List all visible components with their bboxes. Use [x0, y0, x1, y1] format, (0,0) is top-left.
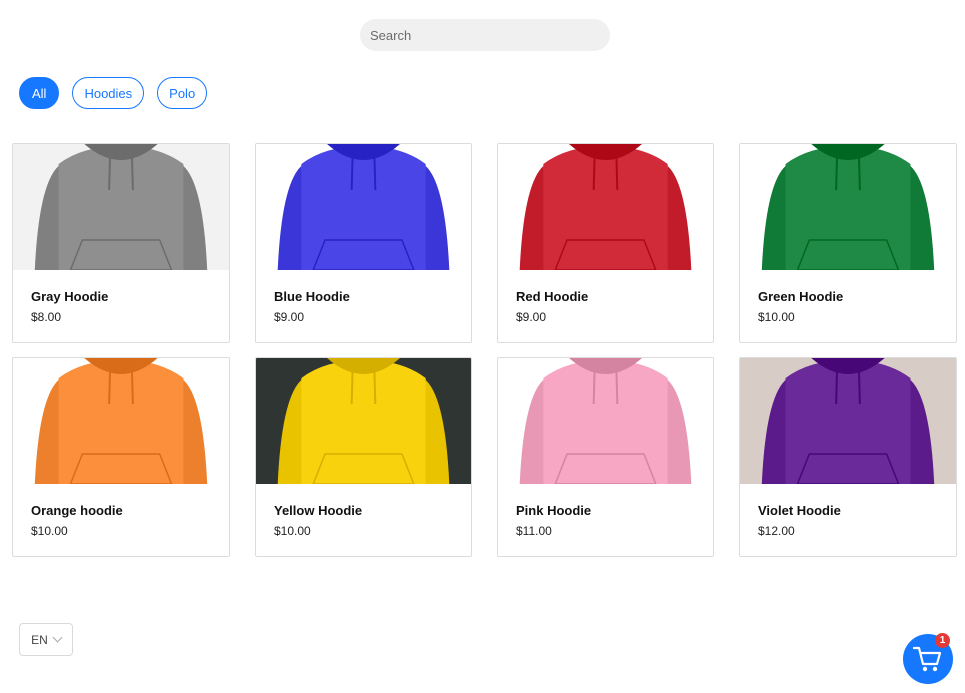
product-name: Gray Hoodie: [31, 289, 109, 304]
product-price: $9.00: [516, 310, 547, 324]
filter-all-button[interactable]: All: [19, 77, 60, 109]
hoodie-illustration: [13, 144, 229, 270]
product-price: $12.00: [758, 524, 795, 538]
chevron-down-icon: [52, 632, 63, 643]
product-image: [740, 358, 956, 484]
hoodie-illustration: [498, 144, 713, 270]
product-price: $9.00: [274, 310, 305, 324]
hoodie-illustration: [740, 144, 956, 270]
hoodie-illustration: [256, 144, 471, 270]
product-card[interactable]: Blue Hoodie $9.00: [255, 143, 472, 343]
product-image: [498, 358, 713, 484]
product-grid: Gray Hoodie $8.00 Blue Hoodie $9.00 Red Ho…: [12, 143, 957, 557]
product-name: Red Hoodie: [516, 289, 589, 304]
product-image: [13, 358, 229, 484]
hoodie-illustration: [740, 358, 956, 484]
filter-hoodies-button[interactable]: Hoodies: [72, 77, 145, 109]
filter-polo-button[interactable]: Polo: [157, 77, 208, 109]
cart-count-badge: 1: [935, 633, 950, 648]
language-value: EN: [31, 632, 48, 647]
product-price: $8.00: [31, 310, 62, 324]
cart-icon: [913, 646, 942, 672]
product-card[interactable]: Orange hoodie $10.00: [12, 357, 230, 557]
product-card[interactable]: Violet Hoodie $12.00: [739, 357, 957, 557]
product-price: $10.00: [274, 524, 311, 538]
product-image: [256, 144, 471, 270]
product-card[interactable]: Green Hoodie $10.00: [739, 143, 957, 343]
product-name: Orange hoodie: [31, 503, 123, 518]
product-price: $11.00: [516, 524, 552, 538]
product-image: [256, 358, 471, 484]
product-image: [740, 144, 956, 270]
product-card[interactable]: Yellow Hoodie $10.00: [255, 357, 472, 557]
search-input[interactable]: [360, 19, 610, 51]
product-image: [498, 144, 713, 270]
product-price: $10.00: [31, 524, 68, 538]
language-select[interactable]: EN: [19, 623, 73, 656]
product-card[interactable]: Red Hoodie $9.00: [497, 143, 714, 343]
product-name: Violet Hoodie: [758, 503, 841, 518]
hoodie-illustration: [498, 358, 713, 484]
product-name: Blue Hoodie: [274, 289, 350, 304]
product-name: Green Hoodie: [758, 289, 844, 304]
product-name: Pink Hoodie: [516, 503, 592, 518]
product-card[interactable]: Pink Hoodie $11.00: [497, 357, 714, 557]
product-image: [13, 144, 229, 270]
hoodie-illustration: [256, 358, 471, 484]
hoodie-illustration: [13, 358, 229, 484]
product-price: $10.00: [758, 310, 795, 324]
product-card[interactable]: Gray Hoodie $8.00: [12, 143, 230, 343]
category-filters: All Hoodies Polo: [19, 77, 208, 109]
product-name: Yellow Hoodie: [274, 503, 363, 518]
search-bar: [360, 19, 610, 51]
